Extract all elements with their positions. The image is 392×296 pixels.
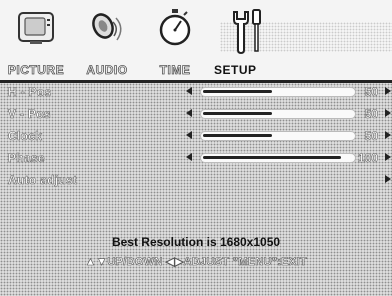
- tab-label: SETUP: [214, 63, 257, 77]
- tab-picture[interactable]: PICTURE: [0, 4, 72, 80]
- tv-icon: [16, 8, 56, 48]
- slider[interactable]: [200, 131, 356, 141]
- tab-setup[interactable]: SETUP: [212, 4, 272, 80]
- setting-value: 100: [357, 151, 379, 166]
- setting-row-v-pos[interactable]: V - Pos 50: [0, 105, 392, 125]
- stopwatch-icon: [155, 8, 195, 48]
- right-arrow-icon[interactable]: [385, 131, 391, 139]
- setting-label: Phase: [8, 151, 45, 166]
- setting-label: Auto adjust: [8, 173, 78, 188]
- slider-fill: [203, 156, 341, 159]
- right-arrow-icon[interactable]: [385, 87, 391, 95]
- setting-row-phase[interactable]: Phase 100: [0, 149, 392, 169]
- tab-time[interactable]: TIME: [142, 4, 208, 80]
- right-arrow-icon[interactable]: [385, 153, 391, 161]
- right-arrow-icon[interactable]: [385, 175, 391, 183]
- slider[interactable]: [200, 153, 356, 163]
- slider[interactable]: [200, 109, 356, 119]
- right-arrow-icon[interactable]: [385, 109, 391, 117]
- setting-value: 50: [364, 107, 378, 122]
- setting-row-h-pos[interactable]: H - Pos 50: [0, 83, 392, 103]
- left-arrow-icon[interactable]: [186, 131, 192, 139]
- wrench-screwdriver-icon: [226, 8, 266, 54]
- tab-label: TIME: [159, 63, 191, 78]
- left-arrow-icon[interactable]: [186, 87, 192, 95]
- slider-fill: [203, 134, 272, 137]
- slider[interactable]: [200, 87, 356, 97]
- slider-fill: [203, 90, 272, 93]
- navigation-hint: ▲▼UP/DOWN ◀▶ADJUST "MENU":EXIT: [85, 256, 307, 269]
- setting-label: H - Pos: [8, 85, 52, 100]
- slider-fill: [203, 112, 272, 115]
- resolution-note: Best Resolution is 1680x1050: [111, 235, 281, 249]
- setting-value: 50: [364, 129, 378, 144]
- menu-tab-bar: PICTURE AUDIO TIME SETUP: [0, 0, 392, 80]
- tab-label: AUDIO: [86, 63, 128, 78]
- tab-label: PICTURE: [7, 63, 65, 78]
- speaker-icon: [87, 8, 127, 48]
- setting-label: Clock: [8, 129, 43, 144]
- setting-value: 50: [364, 85, 378, 100]
- setting-label: V - Pos: [8, 107, 51, 122]
- left-arrow-icon[interactable]: [186, 153, 192, 161]
- tab-audio[interactable]: AUDIO: [72, 4, 142, 80]
- setup-panel: H - Pos 50 V - Pos 50 Clock 50 Phase 100: [0, 83, 392, 296]
- left-arrow-icon[interactable]: [186, 109, 192, 117]
- setting-row-clock[interactable]: Clock 50: [0, 127, 392, 147]
- setting-row-auto-adjust[interactable]: Auto adjust: [0, 171, 392, 191]
